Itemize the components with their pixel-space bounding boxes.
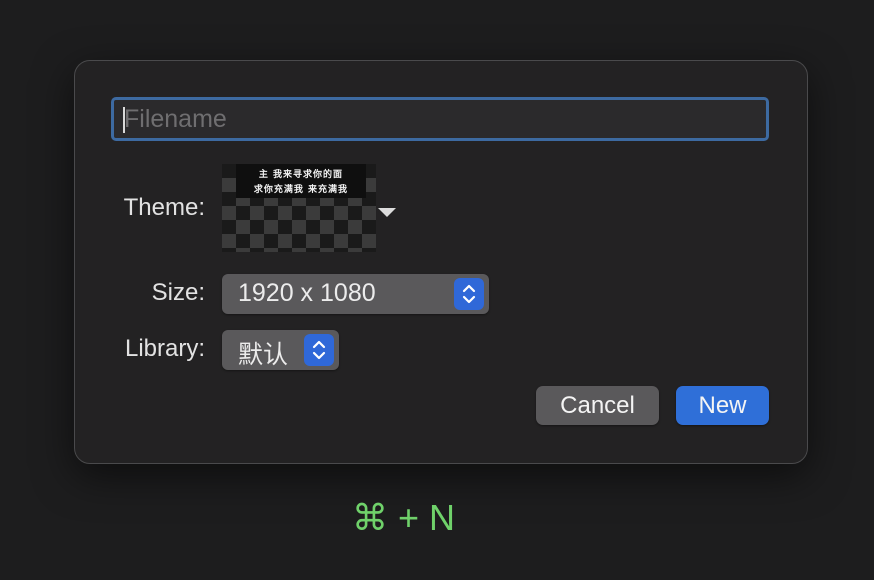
triangle-down-icon[interactable]	[378, 208, 396, 217]
theme-thumbnail-line-2: 求你充满我 来充满我	[253, 185, 349, 195]
theme-thumbnail-line-1: 主 我来寻求你的面	[258, 170, 344, 180]
theme-label: Theme:	[123, 194, 205, 221]
library-selected-value: 默认	[238, 341, 289, 369]
size-label: Size:	[151, 279, 205, 306]
size-selected-value: 1920 x 1080	[238, 279, 376, 307]
filename-input[interactable]	[111, 97, 769, 141]
size-popup-button[interactable]: 1920 x 1080	[222, 274, 489, 314]
library-label: Library:	[124, 335, 205, 362]
new-file-dialog: Theme: 主 我来寻求你的面 求你充满我 来充满我 Size: 1920 x…	[74, 60, 808, 464]
cancel-button[interactable]: Cancel	[536, 386, 659, 425]
text-caret	[123, 107, 125, 133]
library-popup-button[interactable]: 默认	[222, 330, 339, 370]
theme-picker[interactable]: 主 我来寻求你的面 求你充满我 来充满我	[222, 164, 398, 252]
new-button[interactable]: New	[676, 386, 769, 425]
keyboard-shortcut-hint: ⌘ + N	[352, 497, 456, 538]
up-down-chevron-icon[interactable]	[454, 278, 484, 310]
up-down-chevron-icon[interactable]	[304, 334, 334, 366]
